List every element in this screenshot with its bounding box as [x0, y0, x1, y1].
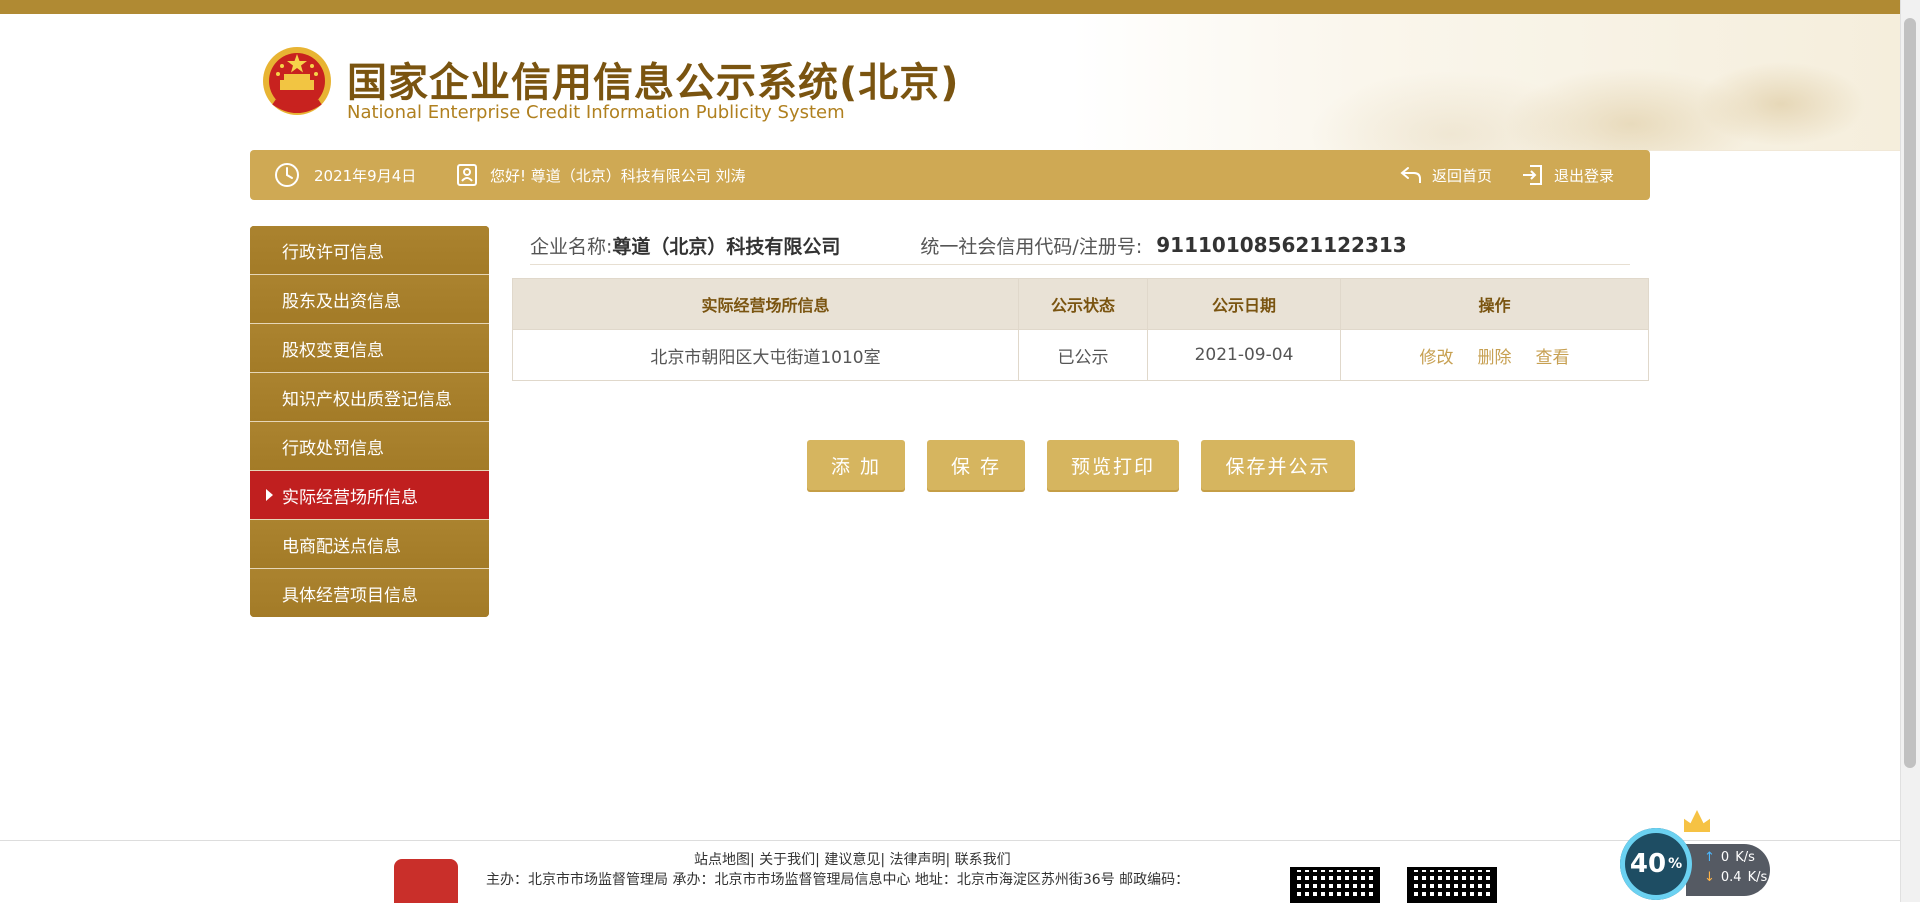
col-status: 公示状态 [1018, 278, 1148, 330]
user-greeting: 您好! 尊道（北京）科技有限公司 刘涛 [490, 166, 746, 185]
site-header: 国家企业信用信息公示系统(北京) National Enterprise Cre… [0, 14, 1901, 151]
row-actions: 修改 删除 查看 [1342, 343, 1647, 368]
current-date: 2021年9月4日 [314, 166, 417, 185]
logout-label[interactable]: 退出登录 [1554, 165, 1614, 186]
logout-icon [1522, 165, 1542, 185]
vertical-scrollbar[interactable] [1900, 0, 1920, 902]
delete-link[interactable]: 删除 [1478, 343, 1512, 368]
cell-operations: 修改 删除 查看 [1340, 329, 1649, 381]
col-date: 公示日期 [1147, 278, 1341, 330]
table-header-row: 实际经营场所信息 公示状态 公示日期 操作 [512, 278, 1649, 330]
footer-link-about[interactable]: 关于我们 [759, 852, 815, 868]
footer-link-sitemap[interactable]: 站点地图 [694, 852, 750, 868]
save-button[interactable]: 保 存 [927, 440, 1025, 490]
user-card-icon [457, 164, 477, 186]
download-speed-unit: K/s [1747, 870, 1768, 885]
footer-link-legal[interactable]: 法律声明 [890, 852, 946, 868]
sidebar-item-shareholders[interactable]: 股东及出资信息 [250, 275, 489, 324]
return-arrow-icon [1400, 167, 1421, 183]
company-name-value: 尊道（北京）科技有限公司 [612, 235, 841, 258]
cell-status: 已公示 [1018, 329, 1148, 381]
footer-link-contact[interactable]: 联系我们 [955, 852, 1011, 868]
upload-speed: ↑ 0 K/s [1704, 850, 1755, 865]
download-speed-value: 0.4 [1720, 870, 1742, 885]
add-button[interactable]: 添 加 [807, 440, 905, 490]
vip-crown-icon [1684, 810, 1710, 832]
cell-address: 北京市朝阳区大屯街道1010室 [512, 329, 1019, 381]
company-name-label: 企业名称: [530, 235, 613, 258]
save-and-publish-button[interactable]: 保存并公示 [1201, 440, 1355, 490]
col-operations: 操作 [1340, 278, 1649, 330]
return-home-link[interactable]: 返回首页 [1398, 162, 1492, 188]
sidebar-item-business-premises[interactable]: 实际经营场所信息 [250, 471, 489, 520]
cpu-usage-value: 40 [1629, 849, 1667, 879]
clock-icon [275, 163, 299, 187]
footer-info-text: 主办：北京市市场监督管理局 承办：北京市市场监督管理局信息中心 地址：北京市海淀… [486, 872, 1190, 888]
preview-print-button[interactable]: 预览打印 [1047, 440, 1179, 490]
upload-speed-value: 0 [1720, 850, 1730, 865]
sidebar-item-ip-pledge[interactable]: 知识产权出质登记信息 [250, 373, 489, 422]
sidebar-nav: 行政许可信息 股东及出资信息 股权变更信息 知识产权出质登记信息 行政处罚信息 … [250, 226, 489, 617]
site-title-en: National Enterprise Credit Information P… [347, 102, 845, 123]
upload-speed-unit: K/s [1735, 850, 1755, 865]
sidebar-item-admin-license[interactable]: 行政许可信息 [250, 226, 489, 275]
sidebar-item-business-projects[interactable]: 具体经营项目信息 [250, 569, 489, 617]
network-speed-widget[interactable]: ↑ 0 K/s ↓ 0.4 K/s 40% [1620, 810, 1770, 900]
cpu-usage-percent-sign: % [1668, 856, 1683, 872]
sidebar-item-ecommerce-delivery[interactable]: 电商配送点信息 [250, 520, 489, 569]
footer-links: 站点地图| 关于我们| 建议意见| 法律声明| 联系我们 [694, 852, 1011, 868]
return-home-label[interactable]: 返回首页 [1432, 165, 1492, 186]
cell-date: 2021-09-04 [1147, 329, 1341, 381]
download-speed: ↓ 0.4 K/s [1704, 870, 1767, 885]
table-row: 北京市朝阳区大屯街道1010室 已公示 2021-09-04 修改 删除 查看 [512, 329, 1649, 381]
logout-link[interactable]: 退出登录 [1520, 162, 1614, 188]
header-mountain-banner [1071, 14, 1901, 151]
scrollbar-thumb[interactable] [1904, 18, 1916, 768]
edit-link[interactable]: 修改 [1420, 343, 1454, 368]
user-info-bar: 2021年9月4日 您好! 尊道（北京）科技有限公司 刘涛 返回首页 退出登录 [250, 150, 1650, 200]
national-emblem-icon [263, 47, 331, 115]
qr-code-icon [1290, 867, 1380, 903]
qr-code-icon [1407, 867, 1497, 903]
site-title-zh: 国家企业信用信息公示系统(北京) [347, 60, 960, 106]
sidebar-item-equity-change[interactable]: 股权变更信息 [250, 324, 489, 373]
network-speed-panel: ↑ 0 K/s ↓ 0.4 K/s [1686, 844, 1770, 896]
company-divider [530, 264, 1630, 265]
company-info-line: 企业名称: 尊道（北京）科技有限公司 统一社会信用代码/注册号: 9111010… [530, 225, 1630, 265]
cpu-usage-ring: 40% [1620, 828, 1692, 900]
user-greeting-area: 您好! 尊道（北京）科技有限公司 刘涛 [454, 150, 746, 200]
credit-code-value: 911101085621122313 [1156, 233, 1407, 257]
footer-logo-icon [394, 859, 458, 903]
top-accent-bar [0, 0, 1901, 14]
sidebar-item-admin-penalty[interactable]: 行政处罚信息 [250, 422, 489, 471]
download-arrow-icon: ↓ [1704, 870, 1715, 885]
date-area: 2021年9月4日 [274, 150, 416, 200]
credit-code-label: 统一社会信用代码/注册号: [920, 235, 1143, 258]
userbar-actions: 返回首页 退出登录 [1398, 150, 1614, 200]
footer-link-feedback[interactable]: 建议意见 [824, 852, 880, 868]
col-premises-info: 实际经营场所信息 [512, 278, 1019, 330]
action-buttons: 添 加 保 存 预览打印 保存并公示 [807, 440, 1355, 490]
view-link[interactable]: 查看 [1536, 343, 1570, 368]
premises-table: 实际经营场所信息 公示状态 公示日期 操作 北京市朝阳区大屯街道1010室 已公… [512, 278, 1649, 381]
site-footer: 站点地图| 关于我们| 建议意见| 法律声明| 联系我们 主办：北京市市场监督管… [0, 840, 1901, 903]
upload-arrow-icon: ↑ [1704, 850, 1715, 865]
